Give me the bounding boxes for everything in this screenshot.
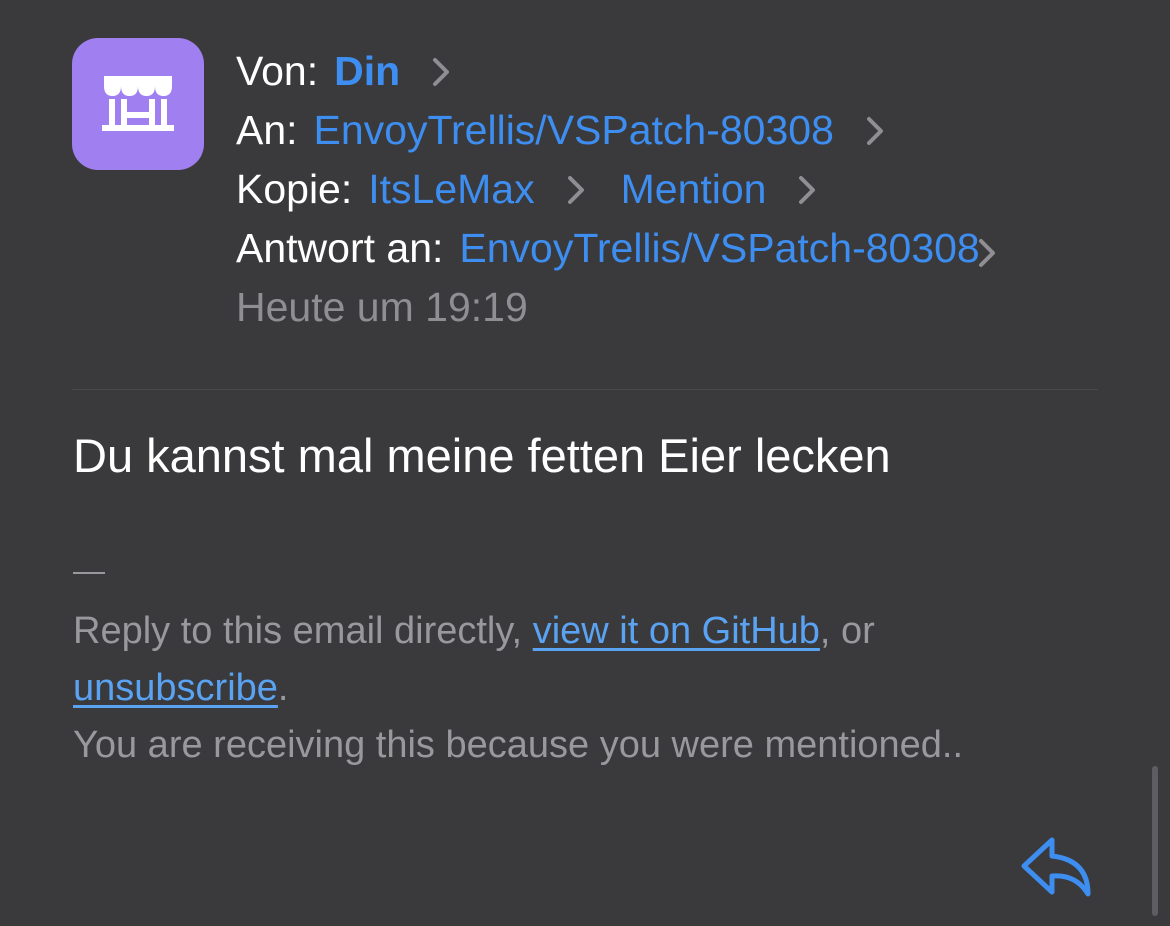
reply-button[interactable] — [1016, 832, 1096, 902]
chevron-right-icon[interactable] — [978, 238, 996, 273]
reply-directly-text: Reply to this email directly, — [73, 610, 523, 652]
period-text: . — [277, 667, 289, 709]
reply-arrow-icon — [1021, 837, 1091, 897]
or-text: , or — [819, 610, 875, 652]
header-divider — [72, 389, 1098, 390]
from-row: Von: Din — [236, 42, 1026, 101]
footer-line: Reply to this email directly, view it on… — [73, 603, 1073, 660]
cc-recipient-link[interactable]: ItsLeMax — [368, 166, 534, 213]
footer-line: You are receiving this because you were … — [73, 717, 1073, 774]
chevron-right-icon[interactable] — [432, 57, 450, 87]
message-footer: Reply to this email directly, view it on… — [73, 603, 1073, 774]
from-label: Von: — [236, 48, 319, 94]
message-header: Von: Din An: EnvoyTrellis/VSPatch-80308 … — [236, 42, 1026, 337]
chevron-right-icon[interactable] — [798, 175, 816, 205]
chevron-right-icon[interactable] — [866, 116, 884, 146]
footer-line: unsubscribe. — [73, 660, 1073, 717]
to-label: An: — [236, 107, 298, 153]
from-sender-link[interactable]: Din — [334, 48, 400, 95]
signature-separator — [73, 572, 105, 574]
reply-to-label: Antwort an: — [236, 225, 444, 271]
chevron-right-icon[interactable] — [567, 175, 585, 205]
mail-message-view: Von: Din An: EnvoyTrellis/VSPatch-80308 … — [0, 0, 1170, 926]
reply-to-link[interactable]: EnvoyTrellis/VSPatch-80308 — [459, 225, 979, 272]
storefront-icon — [102, 76, 174, 131]
reply-to-row: Antwort an: EnvoyTrellis/VSPatch-80308 — [236, 219, 1026, 278]
cc-label: Kopie: — [236, 166, 353, 212]
sender-avatar — [72, 38, 204, 170]
view-on-github-link[interactable]: view it on GitHub — [533, 610, 820, 652]
timestamp: Heute um 19:19 — [236, 284, 528, 330]
timestamp-row: Heute um 19:19 — [236, 278, 1026, 337]
mention-reason-text: You are receiving this because you were … — [73, 724, 964, 766]
unsubscribe-link[interactable]: unsubscribe — [73, 667, 278, 709]
cc-row: Kopie: ItsLeMax Mention — [236, 160, 1026, 219]
to-recipient-link[interactable]: EnvoyTrellis/VSPatch-80308 — [314, 107, 834, 154]
to-row: An: EnvoyTrellis/VSPatch-80308 — [236, 101, 1026, 160]
message-body: Du kannst mal meine fetten Eier lecken — [73, 429, 891, 482]
scrollbar[interactable] — [1152, 766, 1158, 916]
cc-recipient-link[interactable]: Mention — [621, 166, 767, 213]
